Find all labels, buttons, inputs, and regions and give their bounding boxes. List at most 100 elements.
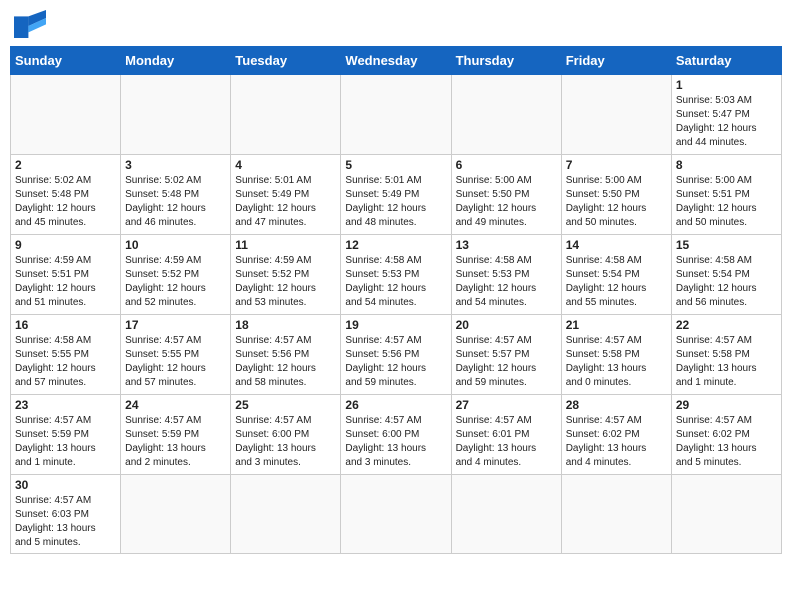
calendar-cell xyxy=(231,75,341,155)
calendar-cell: 7 Sunrise: 5:00 AM Sunset: 5:50 PM Daylig… xyxy=(561,155,671,235)
day-info: Sunrise: 4:57 AM Sunset: 6:02 PM Dayligh… xyxy=(566,414,667,470)
logo-icon xyxy=(14,10,46,38)
calendar-cell: 5 Sunrise: 5:01 AM Sunset: 5:49 PM Daylig… xyxy=(341,155,451,235)
calendar-cell: 3 Sunrise: 5:02 AM Sunset: 5:48 PM Daylig… xyxy=(121,155,231,235)
calendar-cell: 27 Sunrise: 4:57 AM Sunset: 6:01 PM Dayli… xyxy=(451,395,561,475)
day-number: 10 xyxy=(125,238,226,252)
day-info: Sunrise: 4:57 AM Sunset: 6:02 PM Dayligh… xyxy=(676,414,777,470)
weekday-header-monday: Monday xyxy=(121,47,231,75)
day-number: 16 xyxy=(15,318,116,332)
day-info: Sunrise: 4:57 AM Sunset: 5:59 PM Dayligh… xyxy=(125,414,226,470)
day-info: Sunrise: 4:57 AM Sunset: 5:58 PM Dayligh… xyxy=(676,334,777,390)
week-row-1: 1Sunrise: 5:03 AM Sunset: 5:47 PM Daylig… xyxy=(11,75,782,155)
logo xyxy=(14,10,50,38)
day-number: 11 xyxy=(235,238,336,252)
calendar-cell: 4 Sunrise: 5:01 AM Sunset: 5:49 PM Daylig… xyxy=(231,155,341,235)
calendar-cell: 11 Sunrise: 4:59 AM Sunset: 5:52 PM Dayli… xyxy=(231,235,341,315)
week-row-6: 30 Sunrise: 4:57 AM Sunset: 6:03 PM Dayli… xyxy=(11,475,782,554)
calendar-cell: 17 Sunrise: 4:57 AM Sunset: 5:55 PM Dayli… xyxy=(121,315,231,395)
calendar-cell xyxy=(561,475,671,554)
calendar: SundayMondayTuesdayWednesdayThursdayFrid… xyxy=(10,46,782,554)
day-info: Sunrise: 4:57 AM Sunset: 5:56 PM Dayligh… xyxy=(345,334,446,390)
day-info: Sunrise: 4:57 AM Sunset: 5:59 PM Dayligh… xyxy=(15,414,116,470)
weekday-header-thursday: Thursday xyxy=(451,47,561,75)
day-info: Sunrise: 4:58 AM Sunset: 5:53 PM Dayligh… xyxy=(456,254,557,310)
calendar-cell xyxy=(341,475,451,554)
day-number: 6 xyxy=(456,158,557,172)
day-info: Sunrise: 5:01 AM Sunset: 5:49 PM Dayligh… xyxy=(345,174,446,230)
calendar-cell xyxy=(671,475,781,554)
day-number: 13 xyxy=(456,238,557,252)
day-number: 29 xyxy=(676,398,777,412)
calendar-cell: 21 Sunrise: 4:57 AM Sunset: 5:58 PM Dayli… xyxy=(561,315,671,395)
calendar-cell: 19 Sunrise: 4:57 AM Sunset: 5:56 PM Dayli… xyxy=(341,315,451,395)
day-info: Sunrise: 4:59 AM Sunset: 5:51 PM Dayligh… xyxy=(15,254,116,310)
calendar-cell: 6 Sunrise: 5:00 AM Sunset: 5:50 PM Daylig… xyxy=(451,155,561,235)
day-info: Sunrise: 4:57 AM Sunset: 6:00 PM Dayligh… xyxy=(345,414,446,470)
calendar-cell: 8Sunrise: 5:00 AM Sunset: 5:51 PM Daylig… xyxy=(671,155,781,235)
page-header xyxy=(10,10,782,38)
day-info: Sunrise: 5:00 AM Sunset: 5:50 PM Dayligh… xyxy=(456,174,557,230)
week-row-5: 23Sunrise: 4:57 AM Sunset: 5:59 PM Dayli… xyxy=(11,395,782,475)
day-number: 14 xyxy=(566,238,667,252)
calendar-cell xyxy=(11,75,121,155)
calendar-cell: 9Sunrise: 4:59 AM Sunset: 5:51 PM Daylig… xyxy=(11,235,121,315)
day-info: Sunrise: 5:01 AM Sunset: 5:49 PM Dayligh… xyxy=(235,174,336,230)
day-number: 19 xyxy=(345,318,446,332)
day-number: 2 xyxy=(15,158,116,172)
calendar-cell: 1Sunrise: 5:03 AM Sunset: 5:47 PM Daylig… xyxy=(671,75,781,155)
day-number: 5 xyxy=(345,158,446,172)
day-info: Sunrise: 5:03 AM Sunset: 5:47 PM Dayligh… xyxy=(676,94,777,150)
day-info: Sunrise: 4:57 AM Sunset: 6:03 PM Dayligh… xyxy=(15,494,116,550)
calendar-cell xyxy=(121,75,231,155)
calendar-cell: 23Sunrise: 4:57 AM Sunset: 5:59 PM Dayli… xyxy=(11,395,121,475)
day-number: 12 xyxy=(345,238,446,252)
day-info: Sunrise: 4:57 AM Sunset: 6:01 PM Dayligh… xyxy=(456,414,557,470)
day-number: 18 xyxy=(235,318,336,332)
calendar-cell xyxy=(451,475,561,554)
day-info: Sunrise: 4:58 AM Sunset: 5:53 PM Dayligh… xyxy=(345,254,446,310)
day-number: 15 xyxy=(676,238,777,252)
day-number: 17 xyxy=(125,318,226,332)
day-info: Sunrise: 4:58 AM Sunset: 5:54 PM Dayligh… xyxy=(566,254,667,310)
calendar-cell: 26 Sunrise: 4:57 AM Sunset: 6:00 PM Dayli… xyxy=(341,395,451,475)
day-number: 3 xyxy=(125,158,226,172)
day-info: Sunrise: 5:02 AM Sunset: 5:48 PM Dayligh… xyxy=(125,174,226,230)
calendar-cell: 18Sunrise: 4:57 AM Sunset: 5:56 PM Dayli… xyxy=(231,315,341,395)
day-number: 21 xyxy=(566,318,667,332)
weekday-header-tuesday: Tuesday xyxy=(231,47,341,75)
weekday-header-row: SundayMondayTuesdayWednesdayThursdayFrid… xyxy=(11,47,782,75)
day-number: 26 xyxy=(345,398,446,412)
day-info: Sunrise: 4:58 AM Sunset: 5:54 PM Dayligh… xyxy=(676,254,777,310)
calendar-cell: 2Sunrise: 5:02 AM Sunset: 5:48 PM Daylig… xyxy=(11,155,121,235)
day-number: 20 xyxy=(456,318,557,332)
calendar-cell xyxy=(561,75,671,155)
day-number: 27 xyxy=(456,398,557,412)
day-info: Sunrise: 4:57 AM Sunset: 5:55 PM Dayligh… xyxy=(125,334,226,390)
day-number: 30 xyxy=(15,478,116,492)
calendar-cell: 15 Sunrise: 4:58 AM Sunset: 5:54 PM Dayli… xyxy=(671,235,781,315)
day-number: 28 xyxy=(566,398,667,412)
calendar-cell xyxy=(451,75,561,155)
calendar-cell: 12 Sunrise: 4:58 AM Sunset: 5:53 PM Dayli… xyxy=(341,235,451,315)
day-info: Sunrise: 4:57 AM Sunset: 5:58 PM Dayligh… xyxy=(566,334,667,390)
day-info: Sunrise: 4:59 AM Sunset: 5:52 PM Dayligh… xyxy=(235,254,336,310)
calendar-cell: 25Sunrise: 4:57 AM Sunset: 6:00 PM Dayli… xyxy=(231,395,341,475)
day-number: 7 xyxy=(566,158,667,172)
weekday-header-sunday: Sunday xyxy=(11,47,121,75)
day-number: 8 xyxy=(676,158,777,172)
calendar-cell xyxy=(341,75,451,155)
day-info: Sunrise: 5:00 AM Sunset: 5:50 PM Dayligh… xyxy=(566,174,667,230)
day-info: Sunrise: 4:59 AM Sunset: 5:52 PM Dayligh… xyxy=(125,254,226,310)
day-number: 25 xyxy=(235,398,336,412)
weekday-header-saturday: Saturday xyxy=(671,47,781,75)
day-number: 4 xyxy=(235,158,336,172)
calendar-cell xyxy=(121,475,231,554)
calendar-cell: 22Sunrise: 4:57 AM Sunset: 5:58 PM Dayli… xyxy=(671,315,781,395)
calendar-cell xyxy=(231,475,341,554)
calendar-cell: 24Sunrise: 4:57 AM Sunset: 5:59 PM Dayli… xyxy=(121,395,231,475)
week-row-4: 16Sunrise: 4:58 AM Sunset: 5:55 PM Dayli… xyxy=(11,315,782,395)
calendar-cell: 20Sunrise: 4:57 AM Sunset: 5:57 PM Dayli… xyxy=(451,315,561,395)
weekday-header-wednesday: Wednesday xyxy=(341,47,451,75)
calendar-cell: 30 Sunrise: 4:57 AM Sunset: 6:03 PM Dayli… xyxy=(11,475,121,554)
